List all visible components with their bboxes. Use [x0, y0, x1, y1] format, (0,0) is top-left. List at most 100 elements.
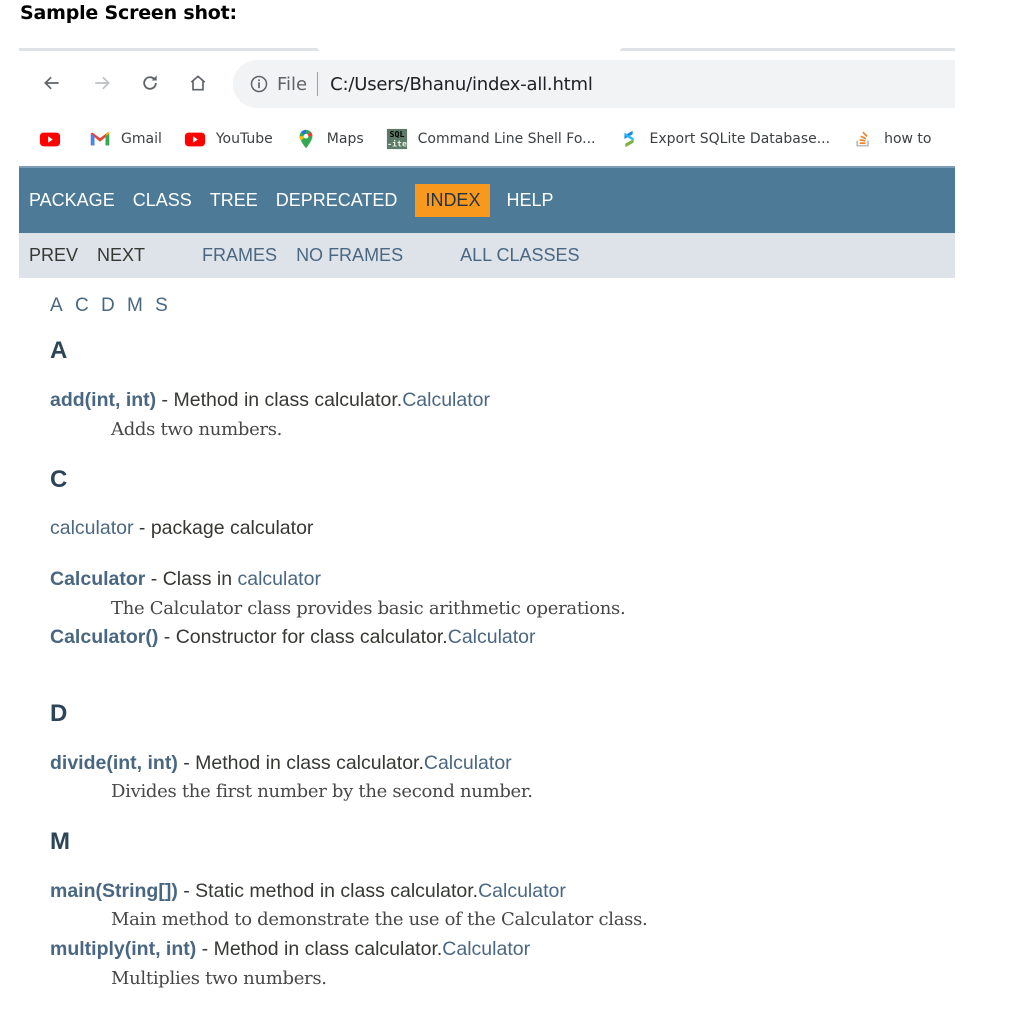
letter-link-m[interactable]: M [127, 295, 144, 316]
bookmark-export-sqlite[interactable]: Export SQLite Database... [618, 128, 831, 150]
bookmark-gmail[interactable]: Gmail [89, 128, 162, 150]
entry-kind: Class in [162, 568, 238, 590]
forward-arrow-icon [95, 76, 110, 90]
entry-class-link[interactable]: Calculator [402, 389, 490, 411]
reload-icon [143, 75, 157, 90]
entry-name-link[interactable]: multiply(int, int) [50, 938, 196, 960]
entry-kind: Static method in class calculator. [195, 880, 479, 902]
bookmarks-bar: Gmail YouTube Maps SQL -ite Command Line … [19, 120, 955, 158]
stackoverflow-icon [852, 128, 874, 150]
prev-link[interactable]: PREV [29, 245, 78, 266]
entry-separator: - [156, 389, 174, 411]
bookmark-label: how to [884, 131, 932, 147]
index-entry: multiply(int, int) - Method in class cal… [50, 937, 530, 961]
entry-name-link[interactable]: Calculator() [50, 626, 158, 648]
nav-tree[interactable]: TREE [202, 184, 266, 217]
top-navigation-bar: PACKAGE CLASS TREE DEPRECATED INDEX HELP [19, 166, 955, 233]
entry-description: Adds two numbers. [111, 419, 283, 440]
browser-toolbar: File C:/Users/Bhanu/index-all.html [19, 54, 955, 114]
index-entry: add(int, int) - Method in class calculat… [50, 388, 490, 412]
section-heading-a: A [50, 337, 68, 364]
entry-separator: - [177, 752, 196, 774]
sqlite-export-icon [618, 128, 640, 150]
entry-separator: - [177, 880, 196, 902]
entry-description: Main method to demonstrate the use of th… [111, 909, 648, 930]
bookmark-label: Export SQLite Database... [649, 131, 831, 147]
entry-class-link[interactable]: Calculator [424, 752, 512, 774]
home-icon [190, 75, 206, 91]
entry-name-link[interactable]: Calculator [50, 568, 145, 590]
entry-kind: package calculator [150, 517, 314, 539]
bookmark-youtube-shortcut[interactable] [39, 128, 61, 150]
entry-kind: Method in class calculator. [213, 938, 443, 960]
entry-name-link[interactable]: divide(int, int) [50, 752, 178, 774]
entry-kind: Method in class calculator. [173, 389, 403, 411]
letter-index: A C D M S [50, 295, 172, 317]
bookmark-stackoverflow[interactable]: how to [852, 128, 931, 150]
index-entry: calculator - package calculator [50, 516, 313, 540]
entry-description: The Calculator class provides basic arit… [111, 598, 626, 619]
bookmark-youtube[interactable]: YouTube [184, 128, 273, 150]
entry-separator: - [133, 517, 151, 539]
info-icon[interactable] [249, 74, 269, 94]
next-link[interactable]: NEXT [97, 245, 145, 266]
section-heading-m: M [50, 828, 70, 855]
entry-class-link[interactable]: Calculator [478, 880, 566, 902]
bookmark-maps[interactable]: Maps [295, 128, 364, 150]
entry-package-link[interactable]: calculator [237, 568, 320, 590]
forward-button[interactable] [89, 70, 115, 96]
maps-icon [295, 128, 317, 150]
nav-deprecated[interactable]: DEPRECATED [268, 184, 406, 217]
nav-help[interactable]: HELP [498, 184, 561, 217]
back-arrow-icon [44, 76, 59, 90]
bookmark-label: Command Line Shell Fo... [417, 131, 596, 147]
letter-link-d[interactable]: D [101, 295, 116, 316]
letter-link-a[interactable]: A [50, 295, 64, 316]
entry-kind: Constructor for class calculator. [175, 626, 448, 648]
bookmark-label: Gmail [121, 131, 162, 147]
reload-button[interactable] [137, 70, 163, 96]
nav-class[interactable]: CLASS [125, 184, 200, 217]
nav-package[interactable]: PACKAGE [21, 184, 123, 217]
entry-description: Divides the first number by the second n… [111, 781, 533, 802]
entry-name-link[interactable]: calculator [50, 517, 133, 539]
bookmark-label: Maps [326, 131, 364, 147]
index-entry: divide(int, int) - Method in class calcu… [50, 751, 512, 775]
sqlite-icon: SQL -ite [386, 128, 408, 150]
nav-index-active[interactable]: INDEX [415, 184, 491, 217]
section-heading-d: D [50, 700, 68, 727]
index-entry: main(String[]) - Static method in class … [50, 879, 566, 903]
omnibox-divider [317, 72, 319, 96]
entry-kind: Method in class calculator. [195, 752, 424, 774]
url-text[interactable]: C:/Users/Bhanu/index-all.html [330, 74, 593, 95]
caption-title: Sample Screen shot: [20, 2, 237, 24]
entry-separator: - [158, 626, 176, 648]
sub-navigation-bar: PREV NEXT FRAMES NO FRAMES ALL CLASSES [19, 233, 955, 278]
back-button[interactable] [39, 70, 65, 96]
letter-link-s[interactable]: S [155, 295, 169, 316]
entry-separator: - [196, 938, 214, 960]
youtube-icon [39, 128, 61, 150]
gmail-icon [89, 128, 111, 150]
bookmark-sqlite-shell[interactable]: SQL -ite Command Line Shell Fo... [386, 128, 596, 150]
entry-separator: - [145, 568, 163, 590]
home-button[interactable] [185, 70, 211, 96]
entry-description: Multiplies two numbers. [111, 968, 327, 989]
entry-name-link[interactable]: add(int, int) [50, 389, 156, 411]
scheme-label: File [277, 73, 308, 95]
no-frames-link[interactable]: NO FRAMES [296, 245, 403, 266]
entry-class-link[interactable]: Calculator [442, 938, 530, 960]
letter-link-c[interactable]: C [75, 295, 90, 316]
tab-strip-edge-right [620, 48, 955, 51]
entry-name-link[interactable]: main(String[]) [50, 880, 178, 902]
all-classes-link[interactable]: ALL CLASSES [460, 245, 579, 266]
address-bar[interactable]: File C:/Users/Bhanu/index-all.html [233, 60, 955, 108]
section-heading-c: C [50, 466, 68, 493]
bookmark-label: YouTube [215, 131, 273, 147]
index-entry: Calculator() - Constructor for class cal… [50, 625, 536, 649]
index-entry: Calculator - Class in calculator [50, 567, 321, 591]
entry-class-link[interactable]: Calculator [448, 626, 536, 648]
frames-link[interactable]: FRAMES [202, 245, 277, 266]
svg-text:-ite: -ite [387, 138, 407, 148]
youtube-icon [184, 128, 206, 150]
